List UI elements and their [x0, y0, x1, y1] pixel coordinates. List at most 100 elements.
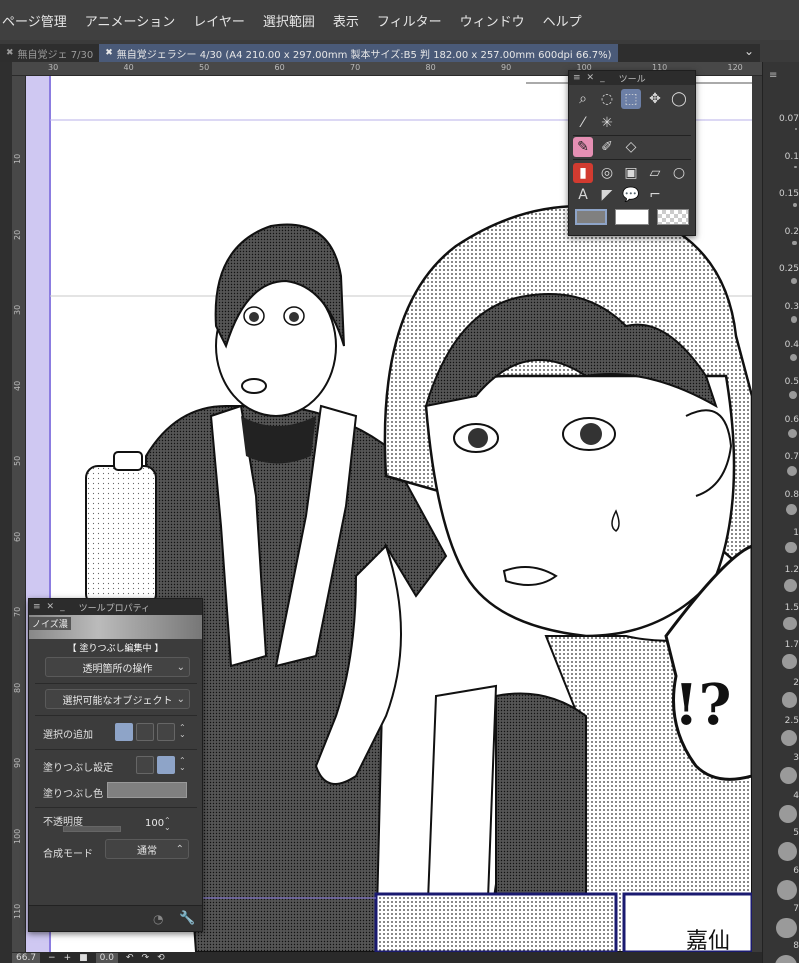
menu-view[interactable]: 表示 — [324, 11, 368, 30]
gradient-icon[interactable]: ▣ — [621, 163, 641, 183]
rotate-right-icon[interactable]: ↷ — [142, 953, 150, 963]
brush-size-item[interactable]: 1 — [759, 528, 799, 538]
brush-size-item[interactable]: 4 — [759, 791, 799, 801]
rotate-left-icon[interactable]: ↶ — [126, 953, 134, 963]
brush-size-item[interactable]: 2.5 — [759, 716, 799, 726]
figure-icon[interactable]: ▱ — [645, 163, 665, 183]
brush-size-item[interactable]: 1.2 — [759, 565, 799, 575]
spinner-icon[interactable]: ⌃ ⌄ — [179, 724, 186, 739]
blend-icon[interactable]: ◎ — [597, 163, 617, 183]
sub-tool-name: ノイズ濃 — [29, 617, 71, 630]
bottom-panel-text: 嘉仙 — [686, 929, 730, 952]
ruler-icon[interactable]: ◤ — [597, 185, 617, 205]
sub-color-swatch[interactable] — [615, 209, 649, 225]
minimize-icon[interactable]: _ — [600, 73, 605, 83]
editing-label: 【 塗りつぶし編集中 】 — [67, 644, 164, 654]
brush-size-item[interactable]: 0.8 — [759, 490, 799, 500]
menu-icon[interactable]: ≡ — [573, 73, 581, 83]
brush-size-item[interactable]: 5 — [759, 828, 799, 838]
brush-size-item[interactable]: 0.07 — [759, 114, 799, 124]
menu-icon[interactable]: ≡ — [33, 602, 41, 612]
menu-help[interactable]: ヘルプ — [534, 11, 591, 30]
transparent-color-swatch[interactable] — [657, 209, 689, 225]
tab-document-1[interactable]: ✖ 無自覚ジェ 7/30 — [0, 44, 99, 62]
correct-line-icon[interactable]: ⌐ — [645, 185, 665, 205]
close-icon[interactable]: ✖ — [6, 48, 14, 58]
brush-size-dot — [791, 278, 797, 284]
menu-page[interactable]: ページ管理 — [0, 11, 76, 30]
close-icon[interactable]: ✕ — [587, 73, 595, 83]
brush-size-dot — [786, 504, 797, 515]
auto-select-icon[interactable]: ✳ — [597, 113, 617, 133]
tool-palette: ≡ ✕ _ ツール ⌕ ◌ ⬚ ✥ ◯ ⁄ ✳ ✎ ✐ ◇ ▮ ◎ ▣ ▱ ○ … — [568, 70, 696, 236]
main-color-swatch[interactable] — [575, 209, 607, 225]
zoom-value[interactable]: 66.7 — [12, 952, 41, 963]
wrench-icon[interactable]: 🔧 — [179, 911, 195, 926]
speech-lasso-icon[interactable]: ◯ — [669, 89, 689, 109]
brush-size-item[interactable]: 0.3 — [759, 302, 799, 312]
brush-size-item[interactable]: 0.7 — [759, 452, 799, 462]
menu-filter[interactable]: フィルター — [368, 11, 451, 30]
fill-color-swatch[interactable] — [107, 782, 187, 798]
brush-size-item[interactable]: 3 — [759, 753, 799, 763]
brush-size-item[interactable]: 1.7 — [759, 640, 799, 650]
close-icon[interactable]: ✕ — [47, 602, 55, 612]
zoom-in-icon[interactable]: + — [64, 953, 72, 963]
blend-mode-dropdown[interactable]: 通常 ⌃ — [105, 839, 189, 859]
brush-size-item[interactable]: 1.5 — [759, 603, 799, 613]
selectable-object-dropdown[interactable]: 選択可能なオブジェクト ⌄ — [45, 689, 190, 709]
fill-setting-b-icon[interactable] — [157, 756, 175, 774]
text-icon[interactable]: A — [573, 185, 593, 205]
brush-size-item[interactable]: 2 — [759, 678, 799, 688]
close-icon[interactable]: ✖ — [105, 48, 113, 58]
tool-property-header: ≡ ✕ _ ツールプロパティ — [29, 599, 202, 615]
menu-selection[interactable]: 選択範囲 — [254, 11, 324, 30]
spinner-icon[interactable]: ⌃ ⌄ — [164, 817, 171, 832]
object-select-icon[interactable]: ⬚ — [621, 89, 641, 109]
zoom-out-icon[interactable]: − — [48, 953, 56, 963]
brush-size-item[interactable]: 0.4 — [759, 340, 799, 350]
ruler-tick-label: 110 — [13, 903, 22, 919]
minimize-icon[interactable]: _ — [60, 602, 65, 612]
menu-animation[interactable]: アニメーション — [76, 11, 184, 30]
reset-rotation-icon[interactable]: ⟲ — [157, 953, 165, 963]
brush-size-item[interactable]: 0.2 — [759, 227, 799, 237]
spinner-icon[interactable]: ⌃ ⌄ — [179, 757, 186, 772]
ellipse-icon[interactable]: ○ — [669, 163, 689, 183]
ruler-tick-label: 120 — [727, 63, 743, 72]
brush-size-item[interactable]: 0.6 — [759, 415, 799, 425]
pencil-icon[interactable]: ✐ — [597, 137, 617, 157]
tab-document-2[interactable]: ✖ 無自覚ジェラシー 4/30 (A4 210.00 x 297.00mm 製本… — [99, 44, 618, 62]
menu-layer[interactable]: レイヤー — [184, 11, 254, 30]
move-icon[interactable]: ✥ — [645, 89, 665, 109]
lasso-select-icon[interactable]: ◌ — [597, 89, 617, 109]
tool-palette-title: ツール — [618, 74, 646, 85]
brush-size-item[interactable]: 0.1 — [759, 152, 799, 162]
eyedropper-icon[interactable]: ⁄ — [573, 113, 593, 133]
brush-size-dot — [794, 165, 797, 169]
balloon-icon[interactable]: 💬 — [621, 185, 641, 205]
brush-size-item[interactable]: 0.5 — [759, 377, 799, 387]
selection-new-icon[interactable] — [115, 723, 133, 741]
ruler-tick-label: 70 — [350, 63, 361, 72]
menu-window[interactable]: ウィンドウ — [451, 11, 534, 30]
menu-icon[interactable]: ≡ — [769, 70, 777, 81]
brush-size-item[interactable]: 0.25 — [759, 264, 799, 274]
selection-add-icon[interactable] — [136, 723, 154, 741]
angle-value[interactable]: 0.0 — [95, 952, 118, 963]
brush-size-item[interactable]: 6 — [759, 866, 799, 876]
zoom-icon[interactable]: ⌕ — [573, 89, 593, 109]
fit-icon[interactable]: ■ — [79, 953, 88, 963]
brush-size-item[interactable]: 0.15 — [759, 189, 799, 199]
chevron-down-icon[interactable]: ⌄ — [744, 44, 754, 58]
selection-subtract-icon[interactable] — [157, 723, 175, 741]
fill-setting-a-icon[interactable] — [136, 756, 154, 774]
brush-size-item[interactable]: 7 — [759, 904, 799, 914]
eraser-icon[interactable]: ◇ — [621, 137, 641, 157]
transparent-op-dropdown[interactable]: 透明箇所の操作 ⌄ — [45, 657, 190, 677]
info-icon[interactable]: ◔ — [153, 912, 163, 926]
fill-icon[interactable]: ▮ — [573, 163, 593, 183]
opacity-slider[interactable] — [63, 826, 121, 832]
brush-size-item[interactable]: 8 — [759, 941, 799, 951]
pen-icon[interactable]: ✎ — [573, 137, 593, 157]
